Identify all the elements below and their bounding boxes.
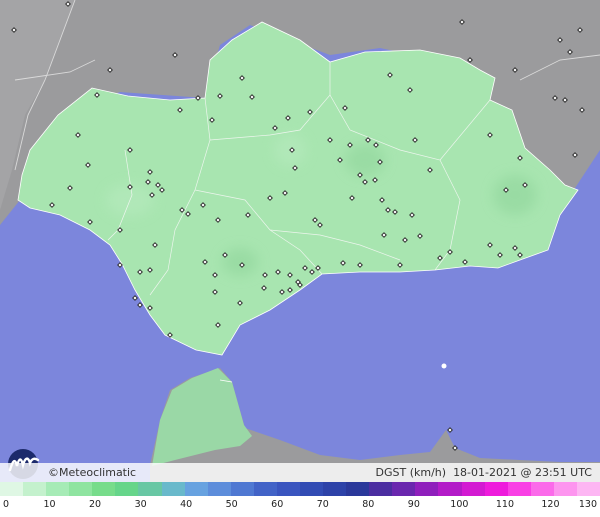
brand-label: ©Meteoclimatic [48, 466, 137, 479]
legend-swatch [184, 482, 208, 496]
legend-tick-label: 70 [316, 499, 329, 510]
credits-bar: ©Meteoclimatic DGST (km/h) 18-01-2021 @ … [0, 463, 600, 482]
legend-swatch [553, 482, 577, 496]
color-legend: 0 10 20 30 40 50 60 70 80 90 100 110 120 130 [0, 482, 600, 517]
datetime-label: 18-01-2021 @ 23:51 UTC [453, 466, 592, 479]
legend-swatch [46, 482, 70, 496]
legend-tick-label: 0 [3, 499, 10, 510]
legend-tick-label: 50 [225, 499, 238, 510]
legend-swatch [507, 482, 531, 496]
legend-swatch [323, 482, 347, 496]
relief-blotch [345, 144, 385, 176]
relief-blotch [493, 175, 537, 215]
legend-tick-label: 40 [180, 499, 193, 510]
relief-blotch [222, 248, 258, 276]
legend-tick-label: 130 [578, 499, 597, 510]
legend-swatch [392, 482, 416, 496]
legend-tick-label: 20 [89, 499, 102, 510]
legend-tick-label: 110 [495, 499, 514, 510]
legend-swatch [369, 482, 393, 496]
legend-ticks: 0 10 20 30 40 50 60 70 80 90 100 110 120 130 [0, 496, 600, 517]
variable-label: DGST (km/h) [375, 466, 447, 479]
legend-tick-label: 100 [450, 499, 469, 510]
legend-swatch [161, 482, 185, 496]
legend-colorbar [0, 482, 600, 496]
legend-swatch [115, 482, 139, 496]
legend-swatch [23, 482, 47, 496]
legend-tick-label: 80 [362, 499, 375, 510]
legend-swatch [230, 482, 254, 496]
legend-swatch [92, 482, 116, 496]
alboran-island [441, 363, 447, 369]
legend-swatch [461, 482, 485, 496]
timestamp-label: DGST (km/h) 18-01-2021 @ 23:51 UTC [376, 466, 592, 479]
legend-swatch [0, 482, 24, 496]
legend-swatch [69, 482, 93, 496]
legend-tick-label: 90 [407, 499, 420, 510]
legend-swatch [253, 482, 277, 496]
legend-swatch [346, 482, 370, 496]
legend-swatch [300, 482, 324, 496]
legend-swatch [207, 482, 231, 496]
legend-swatch [576, 482, 600, 496]
legend-tick-label: 120 [541, 499, 560, 510]
legend-tick-label: 60 [271, 499, 284, 510]
legend-swatch [276, 482, 301, 496]
legend-swatch [484, 482, 508, 496]
andalusia-gust-map [0, 0, 600, 517]
legend-tick-label: 10 [43, 499, 56, 510]
legend-swatch [138, 482, 162, 496]
legend-swatch [415, 482, 439, 496]
legend-tick-label: 30 [134, 499, 147, 510]
legend-swatch [438, 482, 462, 496]
legend-swatch [530, 482, 554, 496]
